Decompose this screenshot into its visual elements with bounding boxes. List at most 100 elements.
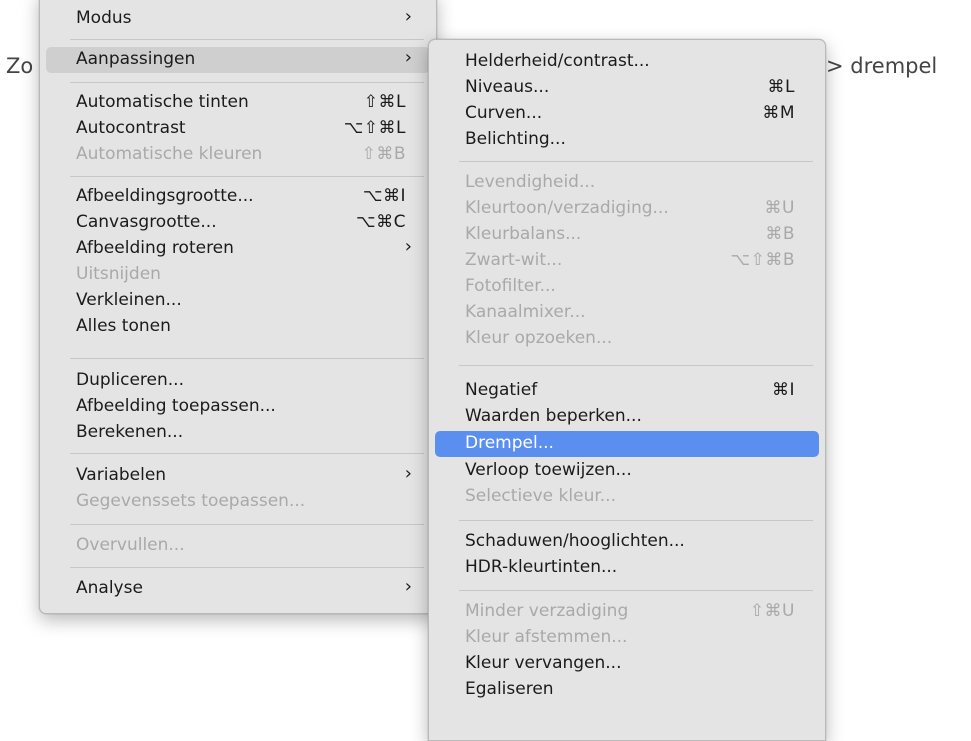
menu-item-label: Variabelen bbox=[76, 465, 167, 485]
menu-item-variabelen[interactable]: Variabelen › bbox=[46, 463, 430, 489]
menu-item-label: Verloop toewijzen... bbox=[465, 460, 632, 480]
submenu-item-kleur-vervangen[interactable]: Kleur vervangen... bbox=[435, 651, 819, 677]
submenu-item-helderheid-contrast[interactable]: Helderheid/contrast... bbox=[435, 49, 819, 75]
submenu-item-niveaus[interactable]: Niveaus... ⌘L bbox=[435, 75, 819, 101]
submenu-item-curven[interactable]: Curven... ⌘M bbox=[435, 101, 819, 127]
menu-item-automatische-tinten[interactable]: Automatische tinten ⇧⌘L bbox=[46, 90, 430, 116]
menu-item-label: Kleurtoon/verzadiging... bbox=[465, 198, 669, 218]
menu-item-label: Analyse bbox=[76, 578, 143, 598]
menu-item-label: Afbeelding toepassen... bbox=[76, 396, 276, 416]
menu-item-alles-tonen[interactable]: Alles tonen bbox=[46, 314, 430, 340]
submenu-item-schaduwen-hooglichten[interactable]: Schaduwen/hooglichten... bbox=[435, 529, 819, 555]
menu-item-label: Belichting... bbox=[465, 129, 566, 149]
adjustments-submenu: Helderheid/contrast... Niveaus... ⌘L Cur… bbox=[428, 39, 826, 741]
menu-item-label: Egaliseren bbox=[465, 679, 554, 699]
menu-item-label: Automatische tinten bbox=[76, 92, 249, 112]
menu-item-aanpassingen[interactable]: Aanpassingen › bbox=[46, 47, 430, 73]
shortcut-label: ⌥⌘I bbox=[362, 186, 406, 206]
menu-separator bbox=[70, 82, 424, 83]
menu-separator bbox=[459, 365, 813, 366]
shortcut-label: ⌘U bbox=[764, 198, 795, 218]
menu-separator bbox=[459, 161, 813, 162]
submenu-item-minder-verzadiging: Minder verzadiging ⇧⌘U bbox=[435, 599, 819, 625]
menu-item-label: Autocontrast bbox=[76, 118, 186, 138]
menu-item-canvasgrootte[interactable]: Canvasgrootte... ⌥⌘C bbox=[46, 210, 430, 236]
menu-item-afbeeldingsgrootte[interactable]: Afbeeldingsgrootte... ⌥⌘I bbox=[46, 184, 430, 210]
submenu-item-selectieve-kleur: Selectieve kleur... bbox=[435, 484, 819, 510]
submenu-item-kleurbalans: Kleurbalans... ⌘B bbox=[435, 222, 819, 248]
menu-item-label: HDR-kleurtinten... bbox=[465, 557, 618, 577]
shortcut-label: ⇧⌘L bbox=[363, 92, 406, 112]
image-menu: Modus › Aanpassingen › Automatische tint… bbox=[39, 0, 437, 614]
menu-item-label: Waarden beperken... bbox=[465, 406, 642, 426]
chevron-right-icon: › bbox=[404, 47, 412, 68]
menu-item-label: Kleurbalans... bbox=[465, 224, 582, 244]
submenu-item-belichting[interactable]: Belichting... bbox=[435, 127, 819, 153]
menu-item-label: Selectieve kleur... bbox=[465, 486, 616, 506]
submenu-item-kleurtoon-verzadiging: Kleurtoon/verzadiging... ⌘U bbox=[435, 196, 819, 222]
menu-item-autocontrast[interactable]: Autocontrast ⌥⇧⌘L bbox=[46, 116, 430, 142]
submenu-item-levendigheid: Levendigheid... bbox=[435, 170, 819, 196]
menu-separator bbox=[70, 453, 424, 454]
shortcut-label: ⌥⇧⌘B bbox=[730, 250, 795, 270]
submenu-item-negatief[interactable]: Negatief ⌘I bbox=[435, 378, 819, 404]
background-text-left: Zo bbox=[6, 54, 34, 78]
submenu-item-waarden-beperken[interactable]: Waarden beperken... bbox=[435, 404, 819, 430]
menu-separator bbox=[70, 524, 424, 525]
submenu-item-kleur-afstemmen: Kleur afstemmen... bbox=[435, 625, 819, 651]
menu-item-label: Kanaalmixer... bbox=[465, 302, 586, 322]
menu-item-afbeelding-roteren[interactable]: Afbeelding roteren › bbox=[46, 236, 430, 262]
menu-item-afbeelding-toepassen[interactable]: Afbeelding toepassen... bbox=[46, 394, 430, 420]
menu-separator bbox=[70, 176, 424, 177]
chevron-right-icon: › bbox=[404, 463, 412, 484]
menu-item-label: Kleur vervangen... bbox=[465, 653, 622, 673]
menu-item-label: Gegevenssets toepassen... bbox=[76, 491, 306, 511]
menu-item-label: Kleur opzoeken... bbox=[465, 328, 613, 348]
menu-item-label: Automatische kleuren bbox=[76, 144, 263, 164]
menu-item-label: Curven... bbox=[465, 103, 543, 123]
submenu-item-kanaalmixer: Kanaalmixer... bbox=[435, 300, 819, 326]
menu-item-label: Fotofilter... bbox=[465, 276, 556, 296]
menu-item-label: Berekenen... bbox=[76, 422, 184, 442]
shortcut-label: ⌘I bbox=[771, 380, 795, 400]
background-text-right: > drempel bbox=[826, 54, 938, 78]
shortcut-label: ⌘M bbox=[762, 103, 795, 123]
menu-separator bbox=[459, 590, 813, 591]
menu-item-gegevenssets-toepassen: Gegevenssets toepassen... bbox=[46, 489, 430, 515]
shortcut-label: ⌘B bbox=[765, 224, 795, 244]
submenu-item-zwart-wit: Zwart-wit... ⌥⇧⌘B bbox=[435, 248, 819, 274]
menu-item-label: Minder verzadiging bbox=[465, 601, 629, 621]
menu-item-modus[interactable]: Modus › bbox=[46, 6, 430, 32]
submenu-item-hdr-kleurtinten[interactable]: HDR-kleurtinten... bbox=[435, 555, 819, 581]
menu-item-label: Modus bbox=[76, 8, 132, 28]
submenu-item-verloop-toewijzen[interactable]: Verloop toewijzen... bbox=[435, 458, 819, 484]
menu-item-label: Afbeelding roteren bbox=[76, 238, 234, 258]
menu-item-verkleinen[interactable]: Verkleinen... bbox=[46, 288, 430, 314]
menu-item-uitsnijden: Uitsnijden bbox=[46, 262, 430, 288]
menu-item-overvullen: Overvullen... bbox=[46, 533, 430, 559]
menu-item-label: Levendigheid... bbox=[465, 172, 596, 192]
menu-item-label: Schaduwen/hooglichten... bbox=[465, 531, 685, 551]
submenu-item-kleur-opzoeken: Kleur opzoeken... bbox=[435, 326, 819, 352]
menu-item-label: Uitsnijden bbox=[76, 264, 161, 284]
menu-item-label: Alles tonen bbox=[76, 316, 171, 336]
submenu-item-egaliseren[interactable]: Egaliseren bbox=[435, 677, 819, 703]
menu-item-berekenen[interactable]: Berekenen... bbox=[46, 420, 430, 446]
submenu-item-drempel[interactable]: Drempel... bbox=[435, 431, 819, 457]
chevron-right-icon: › bbox=[404, 6, 412, 27]
menu-item-label: Afbeeldingsgrootte... bbox=[76, 186, 254, 206]
shortcut-label: ⌥⇧⌘L bbox=[343, 118, 406, 138]
menu-item-label: Helderheid/contrast... bbox=[465, 51, 650, 71]
menu-item-label: Zwart-wit... bbox=[465, 250, 563, 270]
menu-item-label: Kleur afstemmen... bbox=[465, 627, 628, 647]
shortcut-label: ⌘L bbox=[767, 77, 795, 97]
menu-item-analyse[interactable]: Analyse › bbox=[46, 576, 430, 602]
menu-item-label: Drempel... bbox=[465, 433, 554, 453]
menu-item-label: Negatief bbox=[465, 380, 538, 400]
shortcut-label: ⇧⌘U bbox=[749, 601, 795, 621]
menu-item-dupliceren[interactable]: Dupliceren... bbox=[46, 368, 430, 394]
shortcut-label: ⌥⌘C bbox=[356, 212, 406, 232]
menu-item-label: Verkleinen... bbox=[76, 290, 182, 310]
menu-item-label: Aanpassingen bbox=[76, 49, 196, 69]
menu-item-label: Dupliceren... bbox=[76, 370, 184, 390]
